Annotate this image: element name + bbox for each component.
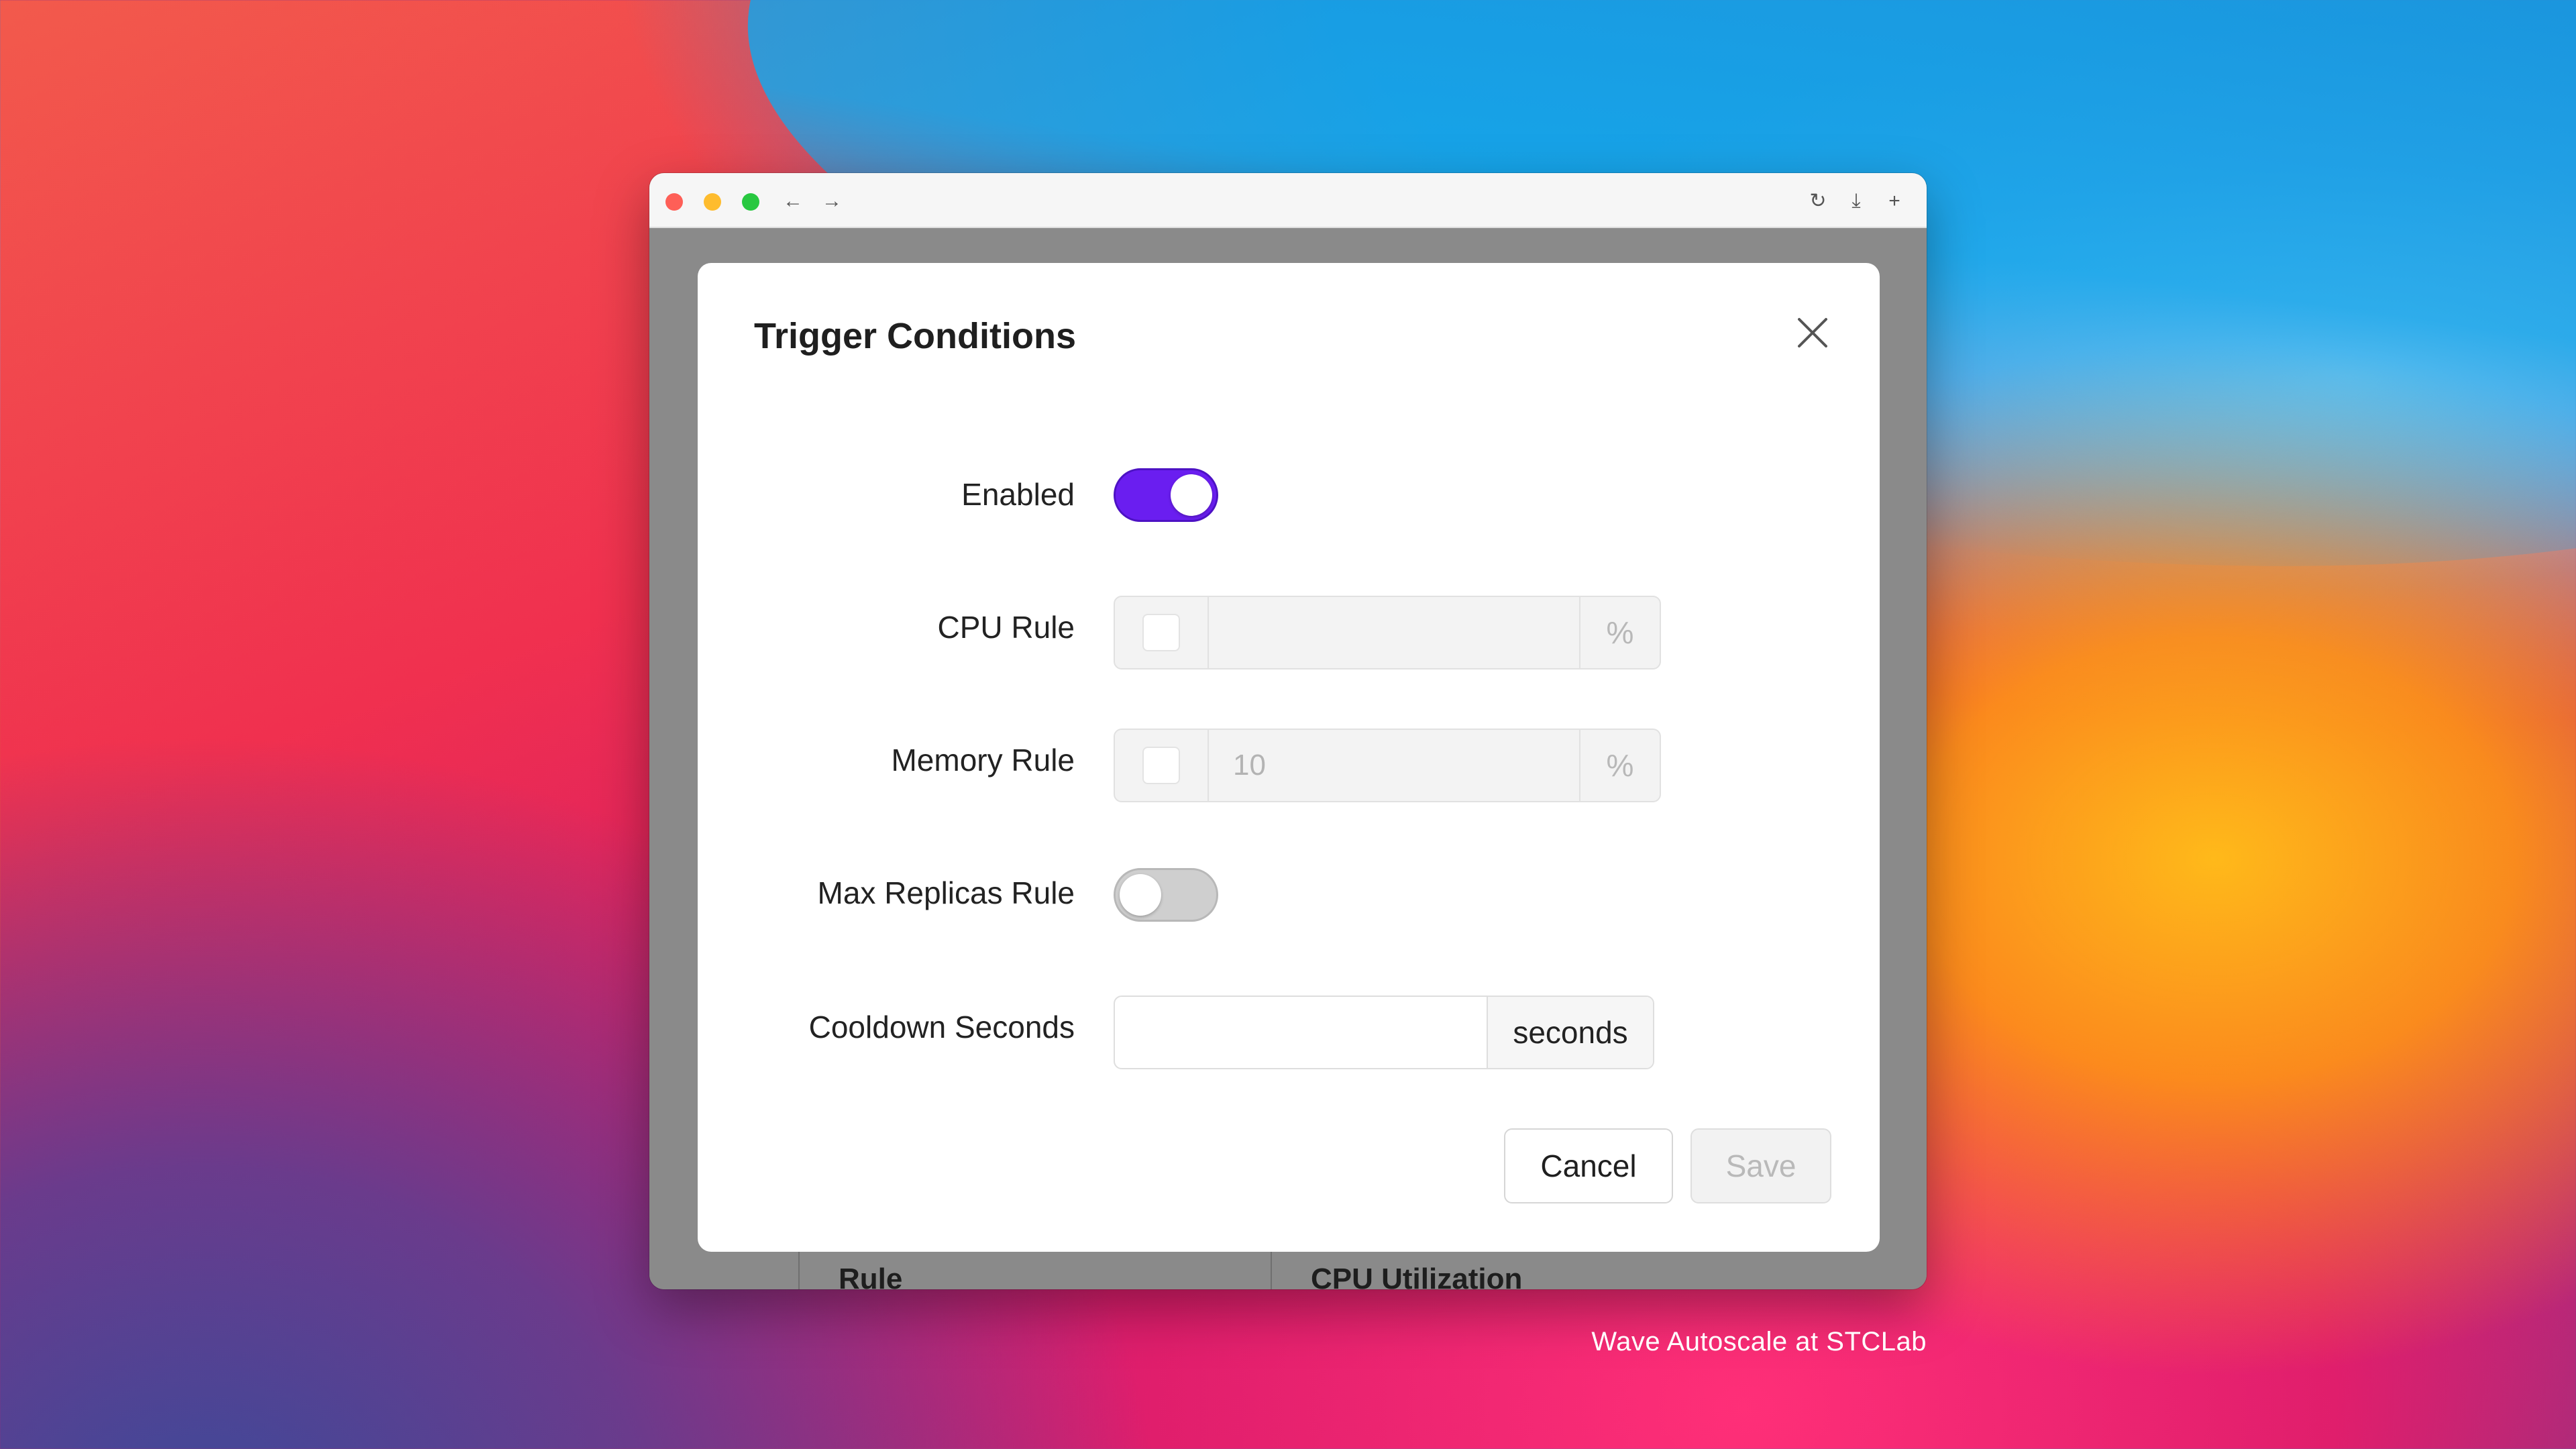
memory-rule-input[interactable] [1209,730,1579,801]
table-header-cpu-cell: CPU Utilization [1271,1248,1522,1289]
table-header-cpu-utilization: CPU Utilization [1311,1263,1523,1289]
background-table-header: Rule CPU Utilization [798,1248,1779,1289]
desktop-caption: Wave Autoscale at STCLab [1591,1327,1927,1356]
max-replicas-rule-toggle[interactable] [1114,868,1218,922]
cancel-button[interactable]: Cancel [1504,1128,1673,1203]
cpu-rule-checkbox-cell [1115,597,1209,668]
dialog-title: Trigger Conditions [754,316,1076,356]
browser-window: ← → ↻ ⤓ + Rule CPU Utilization Trigger C… [649,173,1927,1289]
close-icon [1798,318,1827,347]
window-maximize-button[interactable] [742,193,759,211]
browser-titlebar: ← → ↻ ⤓ + [649,173,1927,228]
enabled-toggle[interactable] [1114,468,1218,522]
page-viewport-overlay: Rule CPU Utilization Trigger Conditions … [649,228,1927,1289]
window-close-button[interactable] [665,193,683,211]
arrow-right-icon: → [822,190,842,212]
cooldown-seconds-input-group: seconds [1114,996,1654,1069]
download-button[interactable]: ⤓ [1841,186,1871,216]
cooldown-seconds-input[interactable] [1115,997,1487,1068]
arrow-left-icon: ← [783,190,803,212]
cpu-rule-unit: % [1579,597,1660,668]
cpu-rule-label: CPU Rule [937,610,1075,645]
trigger-conditions-dialog: Trigger Conditions Enabled CPU Rule % Me… [698,263,1880,1252]
save-button[interactable]: Save [1690,1128,1831,1203]
cpu-rule-checkbox[interactable] [1142,614,1180,651]
back-button[interactable]: ← [778,186,808,216]
plus-icon: + [1888,190,1900,212]
cooldown-seconds-unit: seconds [1487,997,1653,1068]
table-header-rule: Rule [839,1263,903,1289]
download-icon: ⤓ [1851,190,1861,212]
memory-rule-label: Memory Rule [891,743,1075,777]
memory-rule-checkbox-cell [1115,730,1209,801]
memory-rule-input-group: % [1114,729,1661,802]
reload-button[interactable]: ↻ [1803,186,1833,216]
window-minimize-button[interactable] [704,193,721,211]
memory-rule-unit: % [1579,730,1660,801]
dialog-close-button[interactable] [1788,309,1837,357]
cooldown-seconds-label: Cooldown Seconds [808,1010,1075,1044]
reload-icon: ↻ [1809,190,1827,212]
new-tab-button[interactable]: + [1880,186,1909,216]
toggle-knob [1171,474,1212,516]
max-replicas-rule-label: Max Replicas Rule [817,875,1075,910]
cpu-rule-input-group: % [1114,596,1661,669]
toggle-knob [1120,874,1161,916]
enabled-label: Enabled [961,477,1075,512]
memory-rule-checkbox[interactable] [1142,747,1180,784]
forward-button[interactable]: → [817,186,847,216]
cpu-rule-input[interactable] [1209,597,1579,668]
